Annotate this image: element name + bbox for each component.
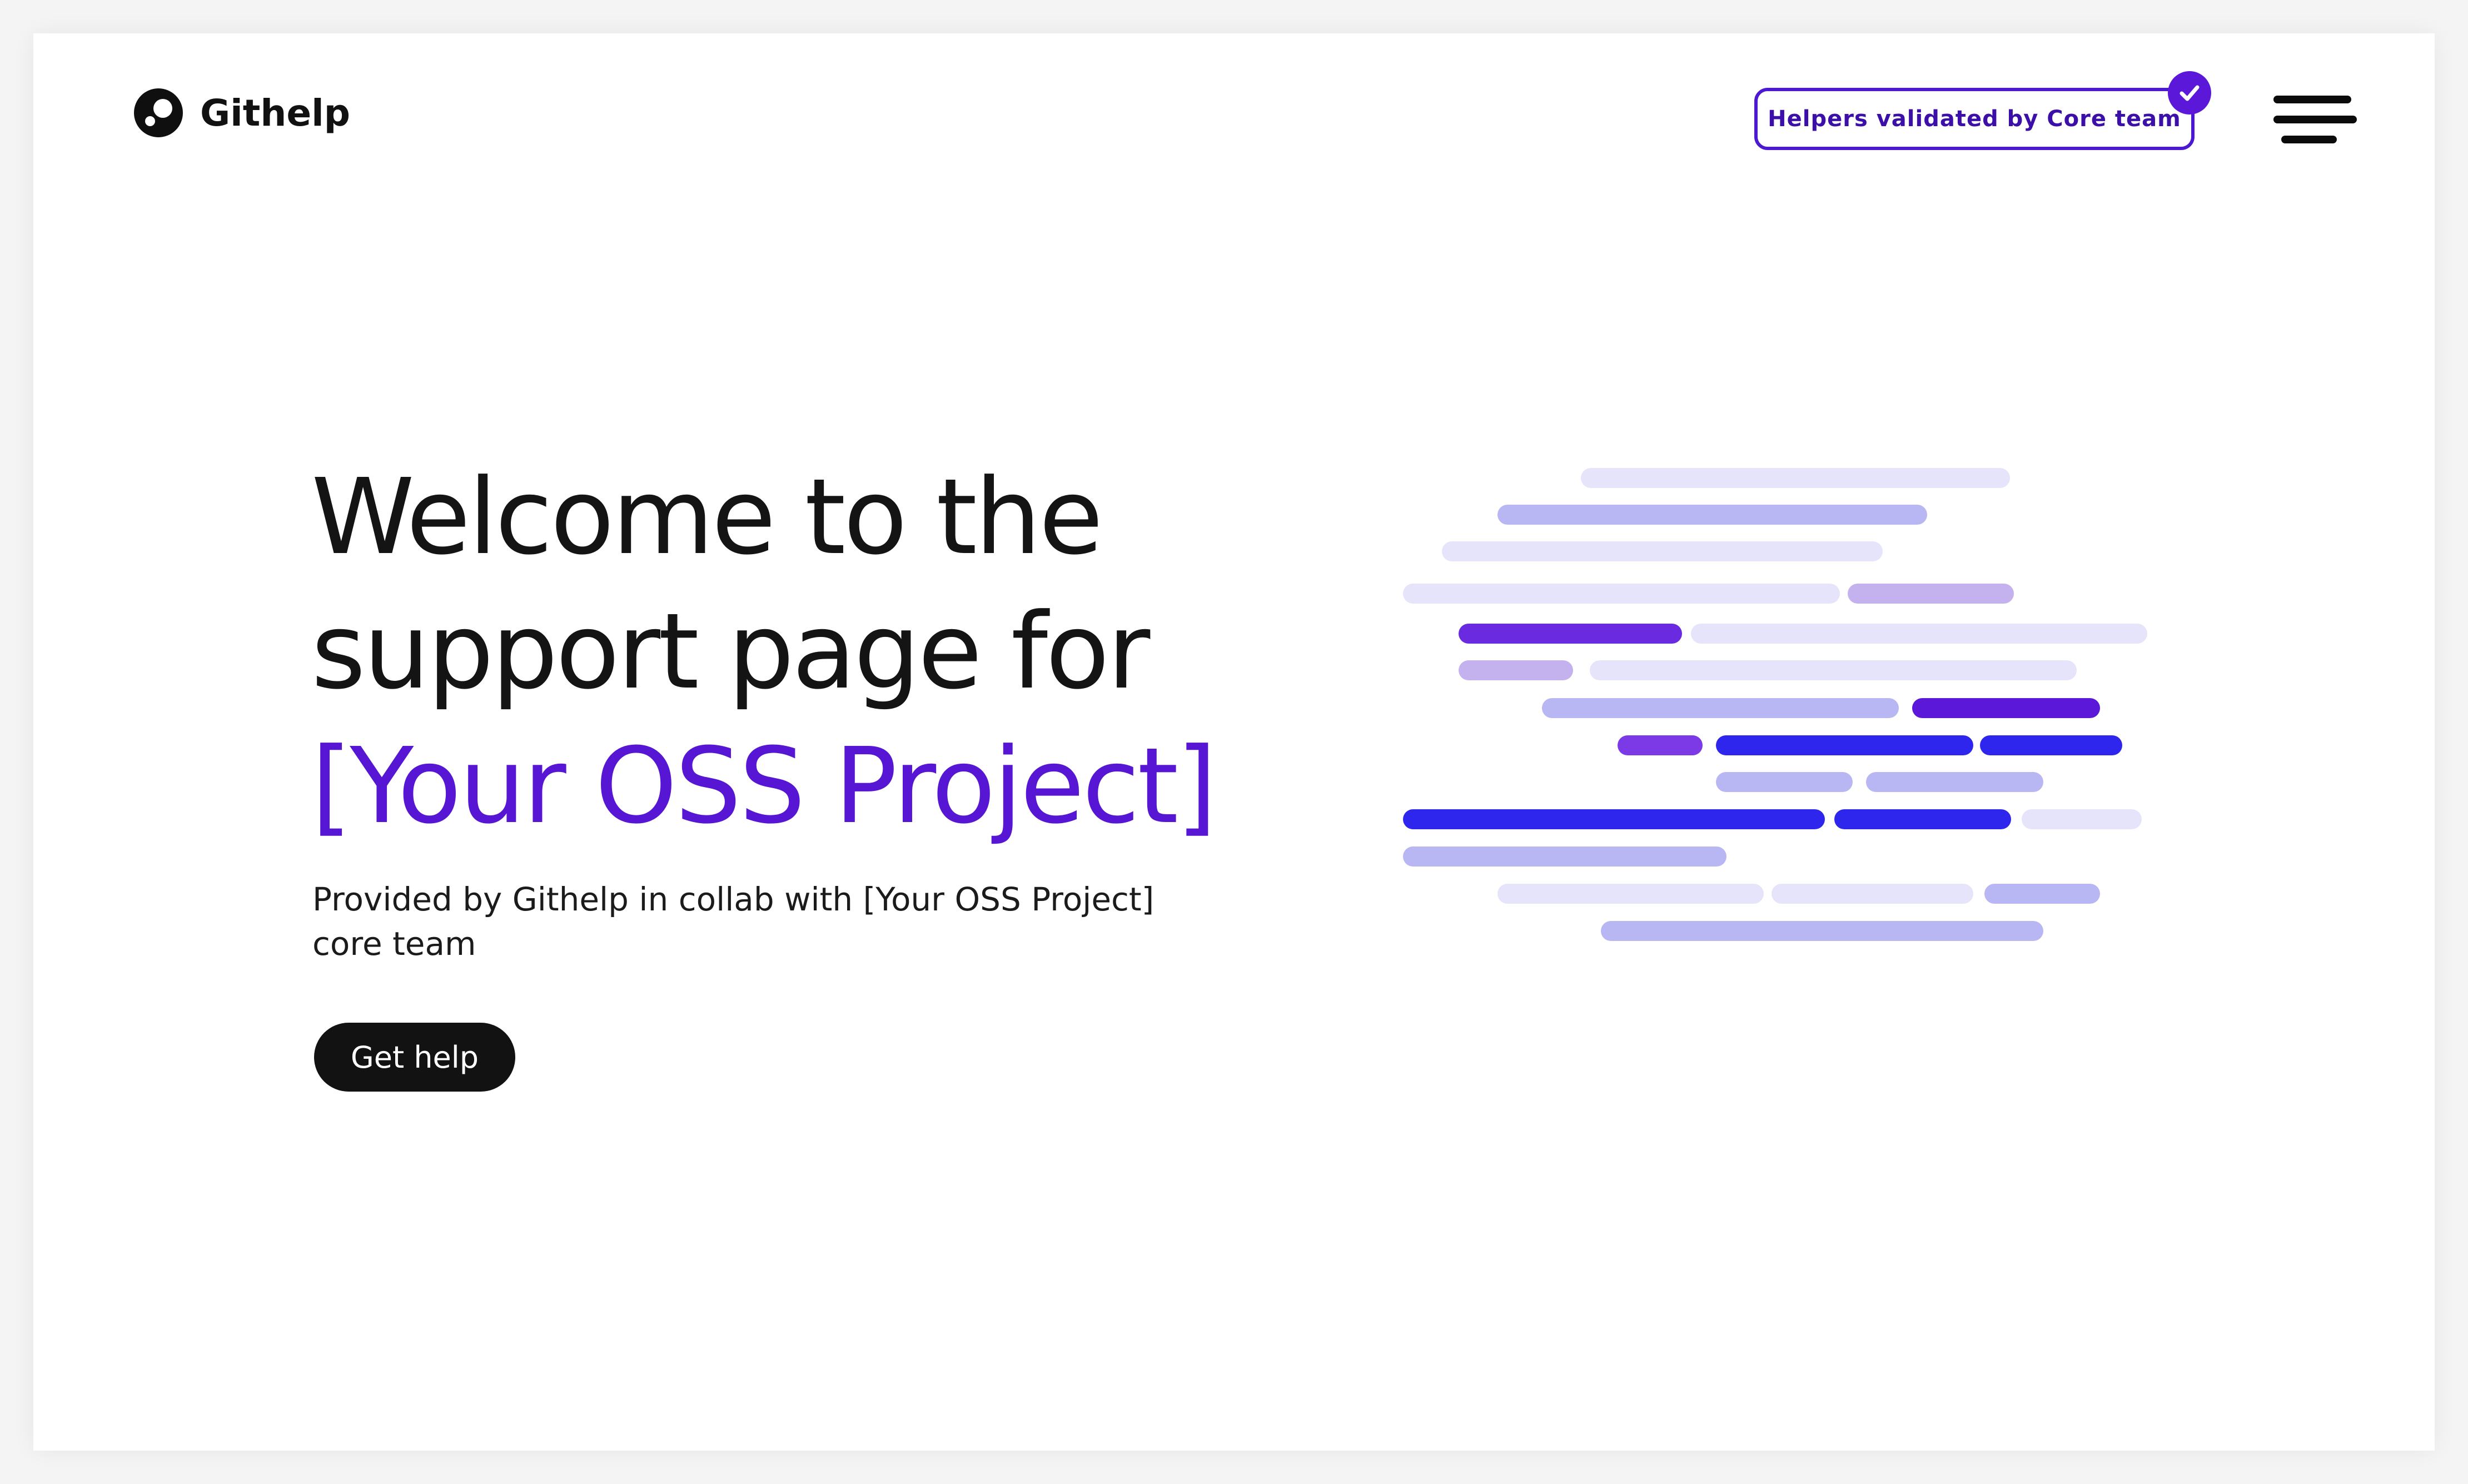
- hero-title-line-1: Welcome to the: [311, 456, 1103, 578]
- hero-title: Welcome to the support page for [Your OS…: [311, 450, 1217, 854]
- check-icon: [2168, 71, 2211, 114]
- githelp-logo-icon: [133, 88, 183, 138]
- hero-title-line-2: support page for: [311, 591, 1150, 713]
- validated-badge: Helpers validated by Core team: [1754, 71, 2211, 150]
- badge-label: Helpers validated by Core team: [1768, 106, 2181, 132]
- brand-name: Githelp: [200, 91, 350, 135]
- page-frame: Githelp Helpers validated by Core team W…: [33, 33, 2435, 1451]
- hero-subtitle: Provided by Githelp in collab with [Your…: [312, 880, 1155, 963]
- brand-logo[interactable]: Githelp: [133, 88, 350, 138]
- hero-title-project: [Your OSS Project]: [311, 725, 1217, 847]
- get-help-button[interactable]: Get help: [314, 1023, 515, 1092]
- hamburger-menu-icon[interactable]: [2273, 96, 2357, 151]
